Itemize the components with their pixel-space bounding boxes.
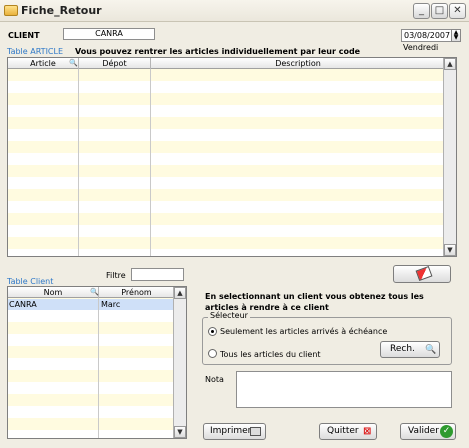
radio-all-articles[interactable] [208,349,217,358]
date-spinner[interactable]: ▲ ▼ [451,29,461,42]
client-table[interactable]: Nom 🔍 Prénom 🗑 CANRA Marc ▲ ▼ [7,286,187,439]
search-icon[interactable]: 🔍 [90,288,99,296]
search-icon[interactable]: 🔍 [69,59,78,67]
close-icon: ⊠ [363,426,372,437]
client-prenom: Marc [101,300,121,309]
table-row[interactable] [8,93,445,105]
table-row[interactable] [8,418,174,430]
selector-title: Sélecteur [208,311,250,320]
nota-label: Nota [205,375,224,384]
column-description[interactable]: Description [151,58,445,69]
article-scrollbar[interactable]: ▲ ▼ [443,58,456,256]
table-row[interactable] [8,249,445,256]
table-row[interactable] [8,382,174,394]
table-row[interactable] [8,177,445,189]
client-scrollbar[interactable]: ▲ ▼ [173,287,186,438]
client-field[interactable]: CANRA [63,28,155,40]
column-prenom[interactable]: Prénom [99,287,174,298]
table-row[interactable] [8,237,445,249]
title-bar: Fiche_Retour _ □ ✕ [0,0,469,22]
eraser-icon [415,265,433,282]
maximize-button[interactable]: □ [431,3,448,19]
article-table-label: Table ARTICLE [7,47,64,56]
table-row[interactable] [8,394,174,406]
table-row[interactable] [8,141,445,153]
scroll-up-icon[interactable]: ▲ [444,58,456,70]
filter-input[interactable] [131,268,184,281]
column-nom[interactable]: Nom [8,287,99,298]
table-row[interactable] [8,334,174,346]
table-row[interactable] [8,105,445,117]
quit-button-label: Quitter [327,426,359,436]
date-field[interactable]: 03/08/2007 [401,29,452,42]
check-icon: ✓ [440,425,453,438]
quit-button[interactable]: Quitter ⊠ [319,423,377,440]
day-label: Vendredi [403,43,439,52]
article-instruction: Vous pouvez rentrer les articles individ… [75,47,361,56]
table-row[interactable] [8,129,445,141]
nota-field[interactable] [236,371,452,408]
printer-icon [250,427,261,436]
minimize-button[interactable]: _ [413,3,430,19]
table-row[interactable] [8,322,174,334]
option-only-due-label[interactable]: Seulement les articles arrivés à échéanc… [220,327,387,336]
table-row[interactable] [8,430,174,438]
filter-label: Filtre [106,271,126,280]
table-row[interactable] [8,213,445,225]
clear-button[interactable] [393,265,451,283]
article-table-header: Article 🔍 Dépot Description 🗑 [8,58,456,69]
client-nom: CANRA [9,300,37,309]
print-button[interactable]: Imprimer [203,423,266,440]
radio-only-due[interactable] [208,327,217,336]
scroll-down-icon[interactable]: ▼ [174,426,186,438]
column-depot[interactable]: Dépot [79,58,151,69]
table-row[interactable] [8,370,174,382]
table-row[interactable] [8,189,445,201]
table-row[interactable] [8,153,445,165]
client-label: CLIENT [8,31,40,40]
table-row[interactable] [8,117,445,129]
table-row[interactable] [8,81,445,93]
magnifier-icon: 🔍 [425,345,437,355]
folder-icon [4,5,18,16]
table-row[interactable] [8,69,445,81]
window-title: Fiche_Retour [21,4,102,17]
table-row[interactable] [8,358,174,370]
table-row[interactable] [8,406,174,418]
search-button[interactable]: Rech. 🔍 [380,341,440,358]
table-row[interactable] [8,165,445,177]
table-row[interactable] [8,346,174,358]
close-button[interactable]: ✕ [449,3,466,19]
validate-button-label: Valider [408,426,439,436]
print-button-label: Imprimer [210,426,252,436]
client-table-label: Table Client [7,277,54,286]
validate-button[interactable]: Valider ✓ [400,423,456,440]
client-table-header: Nom 🔍 Prénom 🗑 [8,287,186,298]
table-row[interactable] [8,310,174,322]
table-row[interactable] [8,201,445,213]
scroll-down-icon[interactable]: ▼ [444,244,456,256]
info-text: En selectionnant un client vous obtenez … [205,292,424,312]
option-all-label[interactable]: Tous les articles du client [220,350,321,359]
search-button-label: Rech. [390,344,415,354]
article-table[interactable]: Article 🔍 Dépot Description 🗑 ▲ ▼ [7,57,457,257]
table-row[interactable] [8,225,445,237]
table-row-selected[interactable]: CANRA Marc [8,299,174,310]
scroll-up-icon[interactable]: ▲ [174,287,186,299]
